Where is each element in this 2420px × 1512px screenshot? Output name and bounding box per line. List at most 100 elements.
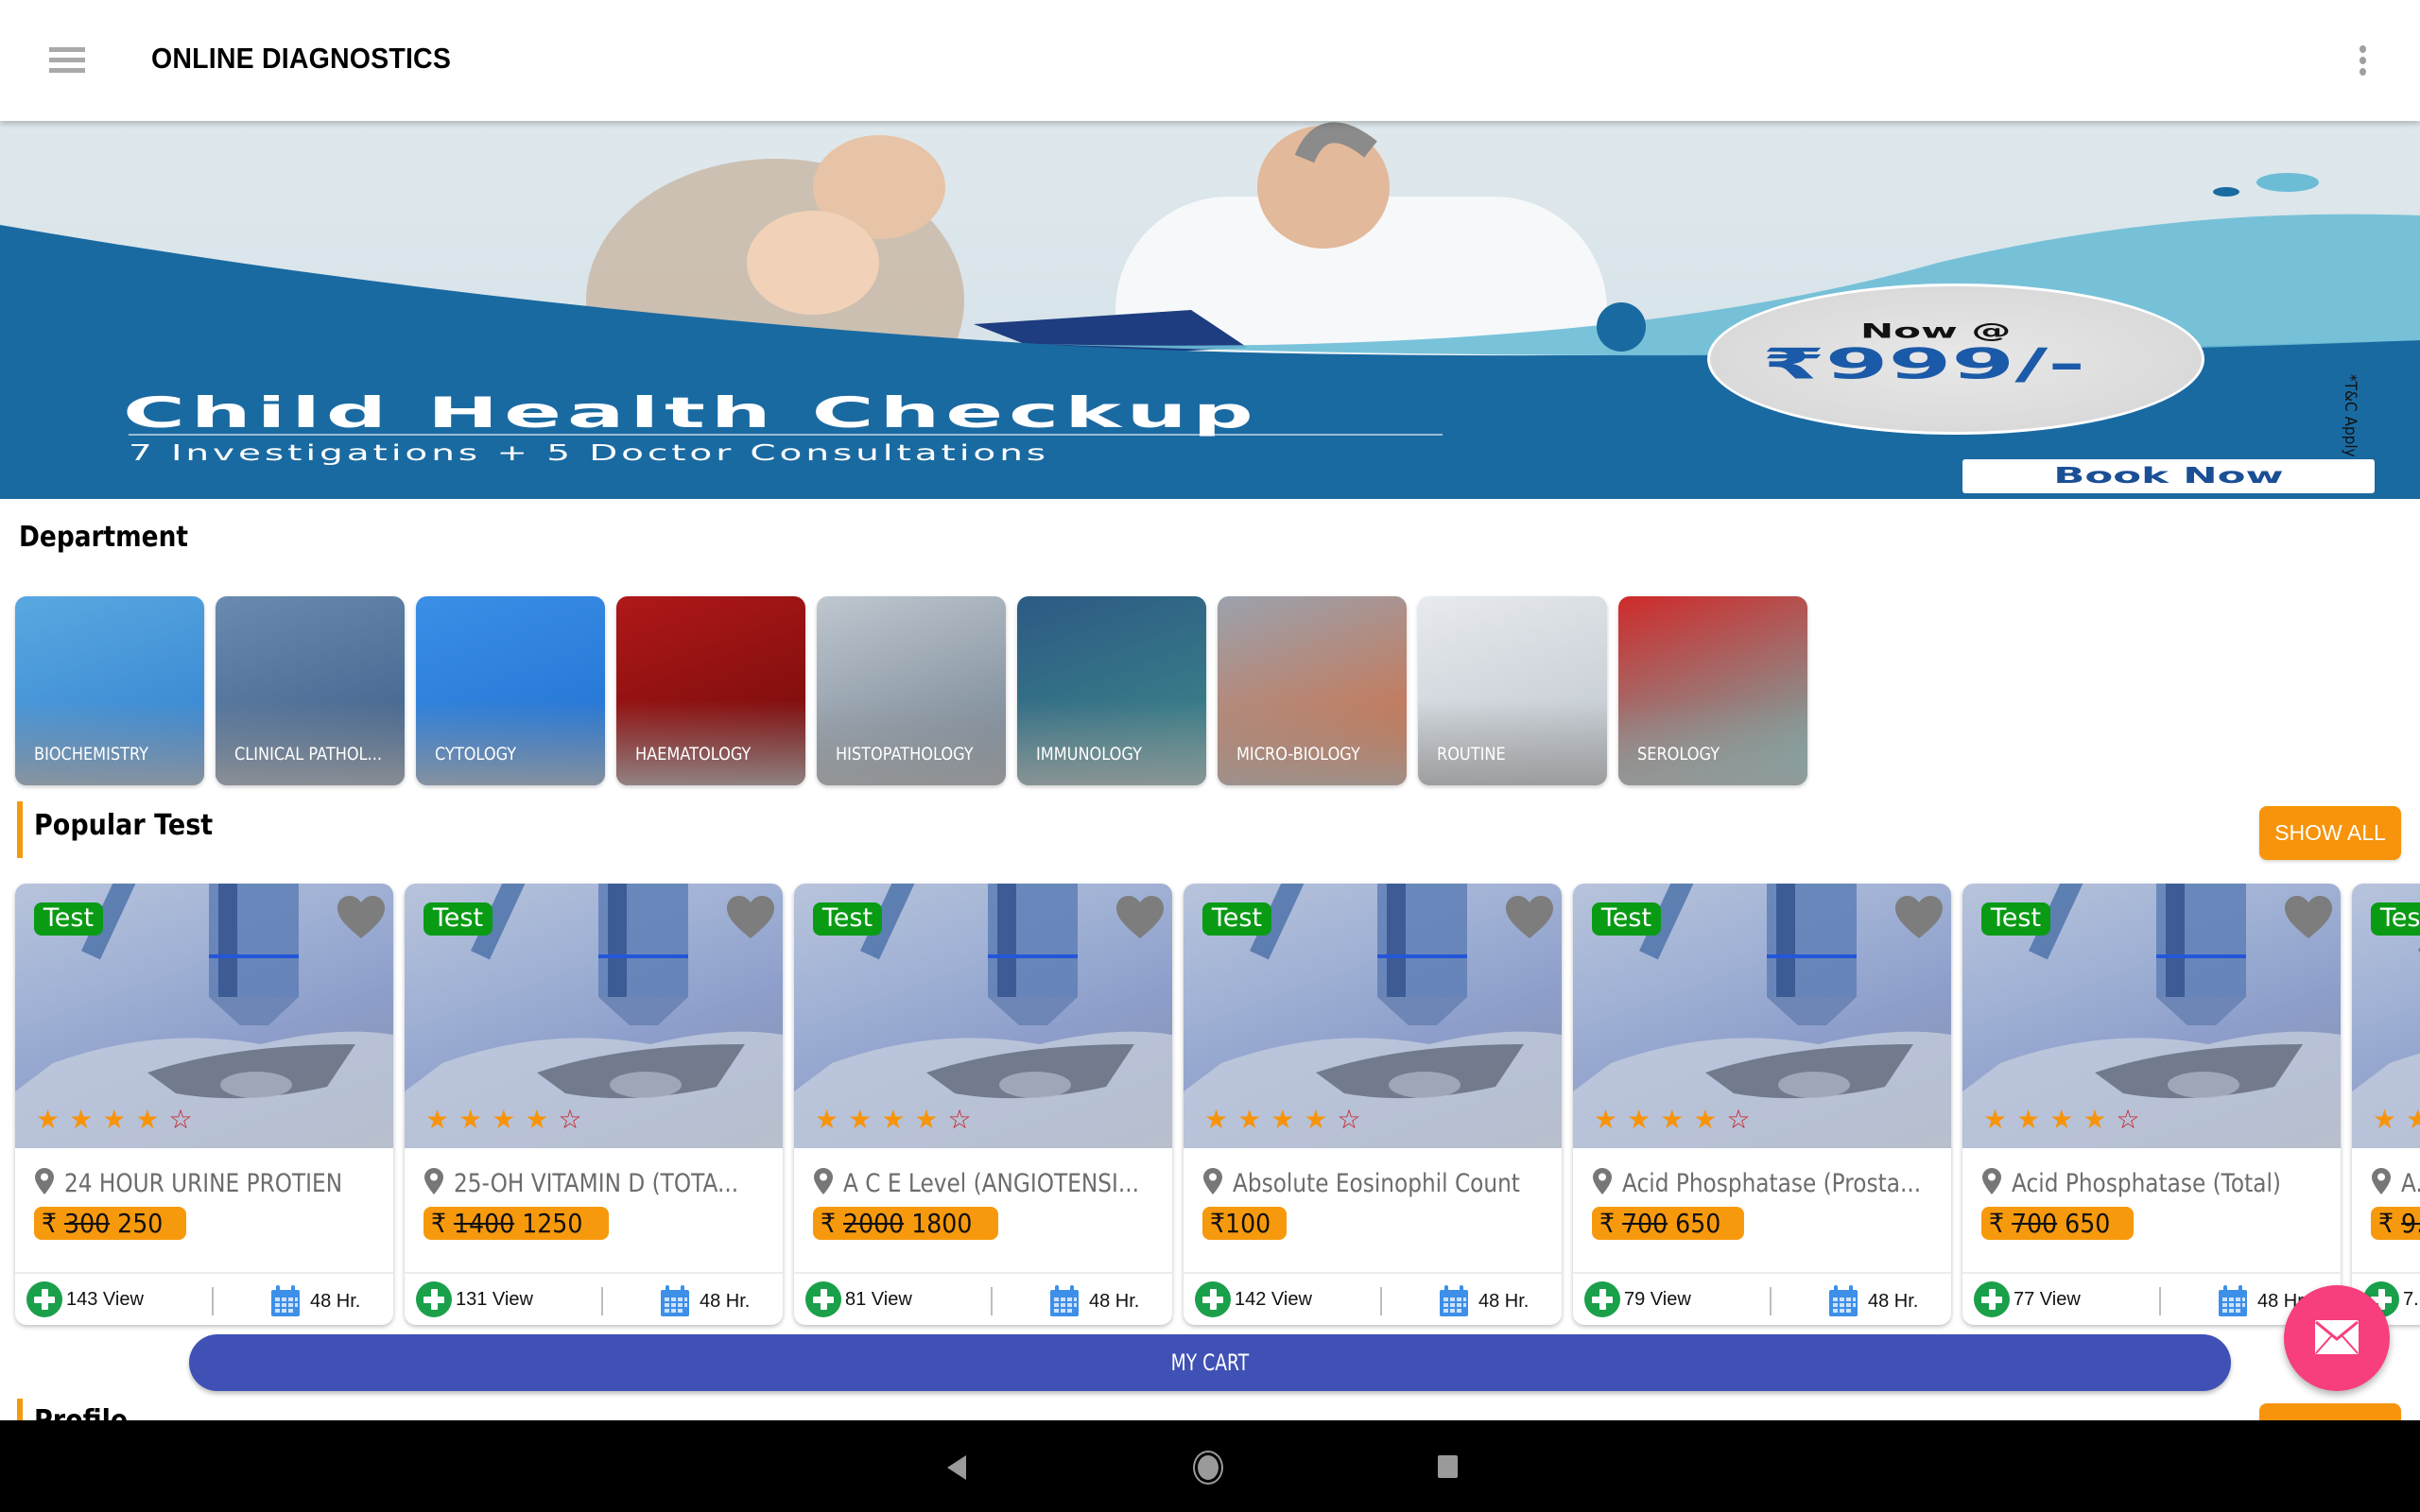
department-tile[interactable]: CYTOLOGY	[416, 596, 605, 785]
department-tile[interactable]: BIOCHEMISTRY	[15, 596, 204, 785]
department-tile[interactable]: CLINICAL PATHOL...	[216, 596, 405, 785]
banner-subtitle: 7 Investigations + 5 Doctor Consultation…	[129, 440, 1050, 467]
department-tile[interactable]: ROUTINE	[1418, 596, 1607, 785]
add-circle-icon	[26, 1281, 62, 1317]
star-half-icon: ☆	[168, 1105, 193, 1134]
favorite-heart-icon[interactable]	[1894, 895, 1944, 940]
test-image[interactable]: Test★★★★☆	[794, 884, 1172, 1148]
test-name[interactable]: Acid Phosphatase (Total)	[1981, 1167, 2331, 1198]
book-now-button[interactable]: Book Now	[1962, 459, 2375, 493]
test-image[interactable]: Test★★★★☆	[1573, 884, 1951, 1148]
my-cart-button[interactable]: MY CART	[189, 1334, 2231, 1391]
test-name[interactable]: Acid Phosphatase (Prosta...	[1592, 1167, 1942, 1198]
test-image[interactable]: Test ★★★★☆	[1962, 884, 2341, 1148]
rating-stars: ★ ★ ★ ★ ☆	[36, 1107, 193, 1133]
department-label: MICRO-BIOLOGY	[1236, 744, 1360, 765]
price-badge: ₹ 700 650	[1981, 1207, 2134, 1240]
hamburger-menu-icon[interactable]	[49, 45, 87, 74]
card-footer: 131 View 48 Hr.	[405, 1272, 783, 1325]
add-view-button[interactable]: 142 View	[1195, 1281, 1312, 1317]
test-name[interactable]: Absolute Eosinophil Count	[1202, 1167, 1552, 1198]
favorite-heart-icon[interactable]	[2284, 895, 2333, 940]
test-image[interactable]: Test★★★★☆	[1184, 884, 1562, 1148]
test-badge: Test	[1592, 902, 1661, 936]
tile-shade	[1618, 700, 1807, 785]
back-icon[interactable]	[947, 1455, 966, 1480]
location-pin-icon	[1593, 1168, 1612, 1194]
add-view-button[interactable]: 77 View	[1974, 1281, 2081, 1317]
add-view-button[interactable]: 143 View	[26, 1281, 144, 1317]
more-vert-icon[interactable]	[2348, 43, 2377, 77]
app-bar: ONLINE DIAGNOSTICS	[0, 0, 2420, 121]
calendar-icon	[271, 1285, 300, 1316]
home-icon[interactable]	[1193, 1451, 1223, 1485]
test-name-text: A C E Level (ANGIOTENSI...	[843, 1169, 1139, 1198]
favorite-heart-icon[interactable]	[337, 895, 386, 940]
favorite-heart-icon[interactable]	[726, 895, 775, 940]
star-full-icon: ★	[1237, 1105, 1262, 1134]
calendar-icon	[2219, 1285, 2247, 1316]
old-price: 1400	[454, 1208, 515, 1239]
current-price: 1250	[522, 1208, 583, 1239]
test-image[interactable]: Test★★★★☆	[405, 884, 783, 1148]
department-tile[interactable]: SEROLOGY	[1618, 596, 1807, 785]
price-badge: ₹ 300 250	[34, 1207, 186, 1240]
star-full-icon: ★	[2083, 1105, 2107, 1134]
favorite-heart-icon[interactable]	[1115, 895, 1165, 940]
tile-shade	[616, 700, 805, 785]
star-full-icon: ★	[1660, 1105, 1685, 1134]
star-full-icon: ★	[815, 1105, 839, 1134]
test-name[interactable]: A C E Level (ANGIOTENSI...	[813, 1167, 1163, 1198]
add-view-button[interactable]: 81 View	[805, 1281, 912, 1317]
currency-symbol: ₹	[821, 1208, 837, 1239]
currency-symbol: ₹	[42, 1208, 58, 1239]
currency-symbol: ₹	[431, 1208, 447, 1239]
location-pin-icon	[35, 1168, 54, 1194]
star-full-icon: ★	[102, 1105, 127, 1134]
add-view-button[interactable]: 131 View	[416, 1281, 533, 1317]
star-full-icon: ★	[525, 1105, 549, 1134]
promo-banner[interactable]: Child Health Checkup 7 Investigations + …	[0, 121, 2420, 499]
view-count: 7...	[2403, 1288, 2420, 1310]
test-name-text: Acid Phosphatase (Prosta...	[1622, 1169, 1922, 1198]
email-fab[interactable]	[2284, 1285, 2390, 1391]
department-label: CYTOLOGY	[435, 744, 517, 765]
tile-shade	[1017, 700, 1206, 785]
department-tile[interactable]: MICRO-BIOLOGY	[1218, 596, 1407, 785]
test-card: Test ★ ★ ★ ★ ☆ 24 HOUR URINE PROTIEN ₹ 300 250 1…	[15, 884, 393, 1325]
department-tile[interactable]: IMMUNOLOGY	[1017, 596, 1206, 785]
test-image[interactable]: Test★★★★☆	[15, 884, 393, 1148]
test-card: Test ★ ★ ★ ★ ☆ Absolute Eosinophil Count ₹100 14…	[1184, 884, 1562, 1325]
rating-stars: ★ ★ ★ ★ ☆	[1983, 1107, 2140, 1133]
test-name[interactable]: 25-OH VITAMIN D (TOTA...	[424, 1167, 773, 1198]
view-count: 142 View	[1235, 1288, 1312, 1310]
department-tile[interactable]: HAEMATOLOGY	[616, 596, 805, 785]
department-label: BIOCHEMISTRY	[34, 744, 149, 765]
star-half-icon: ☆	[1726, 1105, 1751, 1134]
show-all-button[interactable]: SHOW ALL	[2259, 806, 2401, 860]
star-full-icon: ★	[1204, 1105, 1229, 1134]
star-full-icon: ★	[36, 1105, 60, 1134]
card-footer: 77 View 48 Hr.	[1962, 1272, 2341, 1325]
test-badge: Test	[1981, 902, 2050, 936]
department-tile[interactable]: HISTOPATHOLOGY	[817, 596, 1006, 785]
recents-icon[interactable]	[1438, 1455, 1458, 1478]
department-label: IMMUNOLOGY	[1036, 744, 1142, 765]
test-name[interactable]: 24 HOUR URINE PROTIEN	[34, 1167, 384, 1198]
turnaround-time: 48 Hr.	[700, 1290, 751, 1312]
footer-divider	[991, 1287, 993, 1315]
add-view-button[interactable]: 79 View	[1584, 1281, 1691, 1317]
turnaround: 48 Hr.	[1049, 1285, 1139, 1317]
turnaround: 48 Hr.	[1828, 1285, 1918, 1317]
star-full-icon: ★	[881, 1105, 906, 1134]
test-image[interactable]: Test★★★★☆	[2352, 884, 2420, 1148]
popular-accent-bar	[17, 801, 23, 858]
my-cart-label: MY CART	[1170, 1349, 1250, 1376]
view-count: 131 View	[456, 1288, 533, 1310]
currency-symbol: ₹	[1989, 1208, 2005, 1239]
favorite-heart-icon[interactable]	[1505, 895, 1554, 940]
old-price: 9...	[2401, 1208, 2420, 1239]
test-name[interactable]: A...	[2371, 1167, 2420, 1198]
price-badge: ₹ 1400 1250	[424, 1207, 610, 1240]
star-half-icon: ☆	[558, 1105, 582, 1134]
